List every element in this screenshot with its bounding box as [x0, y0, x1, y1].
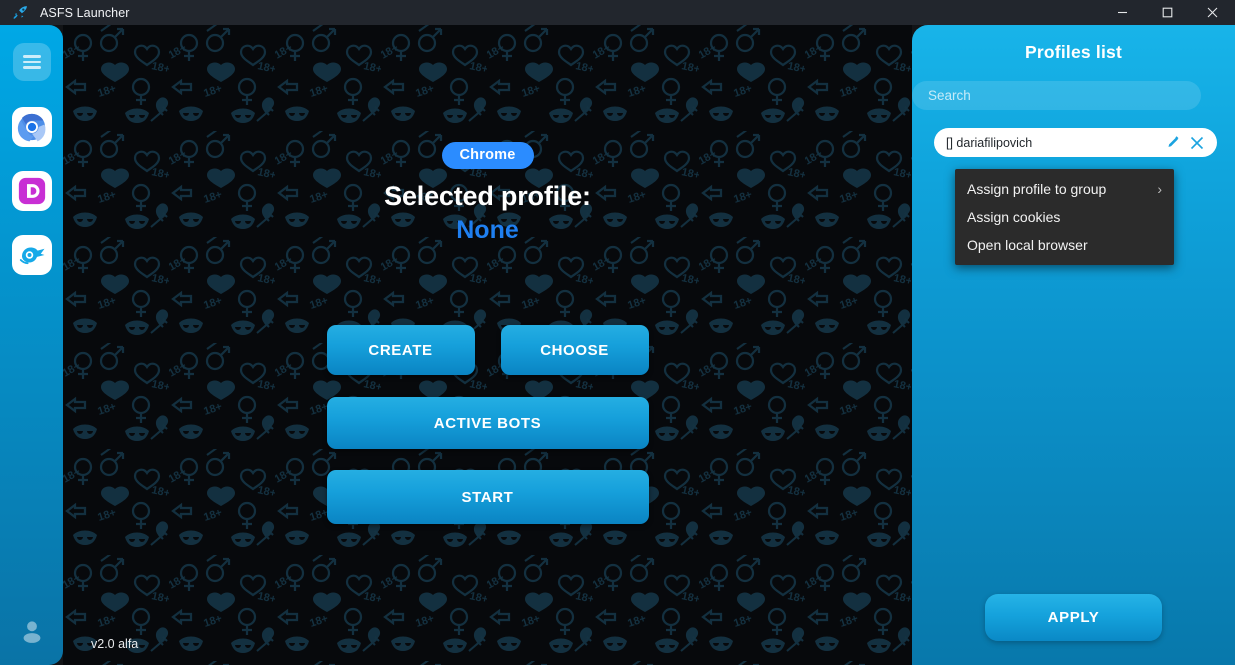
minimize-button[interactable]: [1100, 0, 1145, 25]
create-button[interactable]: CREATE: [326, 325, 475, 375]
profile-list-item[interactable]: [] dariafilipovich: [934, 128, 1217, 157]
account-avatar-icon[interactable]: [12, 611, 52, 651]
title-bar: ASFS Launcher: [0, 0, 1235, 25]
close-button[interactable]: [1190, 0, 1235, 25]
profile-name: [] dariafilipovich: [946, 135, 1033, 150]
selected-profile-label: Selected profile:: [384, 181, 591, 211]
window-title: ASFS Launcher: [40, 5, 130, 20]
left-sidebar: [0, 25, 63, 665]
dolphin-anty-app-icon[interactable]: [11, 171, 52, 211]
window-controls: [1100, 0, 1235, 25]
context-menu-item-assign-cookies[interactable]: Assign cookies: [955, 203, 1174, 231]
browser-badge: Chrome: [441, 142, 534, 169]
choose-button[interactable]: CHOOSE: [500, 325, 649, 375]
hamburger-menu-icon[interactable]: [12, 43, 51, 81]
context-menu-item-assign-group[interactable]: Assign profile to group ›: [955, 175, 1174, 203]
delete-close-icon[interactable]: [1185, 131, 1209, 155]
apply-button[interactable]: APPLY: [985, 594, 1162, 641]
main-center-stack: Chrome Selected profile: None CREATE CHO…: [63, 25, 912, 665]
main-content: 18+ 18+ 18+ Chrome Selected profile:: [63, 25, 912, 665]
profile-context-menu: Assign profile to group › Assign cookies…: [955, 169, 1174, 265]
maximize-button[interactable]: [1145, 0, 1190, 25]
octo-browser-app-icon[interactable]: [11, 235, 52, 275]
chevron-right-icon: ›: [1157, 181, 1162, 197]
active-bots-button[interactable]: ACTIVE BOTS: [326, 397, 649, 449]
profiles-panel: Profiles list [] dariafilipovich APPLY: [912, 25, 1235, 665]
start-button[interactable]: START: [326, 470, 649, 524]
context-menu-item-open-local-browser[interactable]: Open local browser: [955, 231, 1174, 259]
primary-button-row: CREATE CHOOSE: [326, 325, 649, 375]
edit-pencil-icon[interactable]: [1161, 131, 1185, 155]
asfs-logo-icon: [6, 0, 34, 25]
context-menu-item-label: Assign profile to group: [967, 181, 1107, 197]
search-input[interactable]: [912, 81, 1201, 110]
chrome-app-icon[interactable]: [11, 107, 52, 147]
app-body: 18+ 18+ 18+ Chrome Selected profile:: [0, 25, 1235, 665]
selected-profile-value: None: [456, 216, 519, 244]
profiles-panel-title: Profiles list: [1025, 42, 1122, 62]
context-menu-item-label: Assign cookies: [967, 209, 1061, 225]
version-label: v2.0 alfa: [91, 637, 139, 651]
context-menu-item-label: Open local browser: [967, 237, 1088, 253]
